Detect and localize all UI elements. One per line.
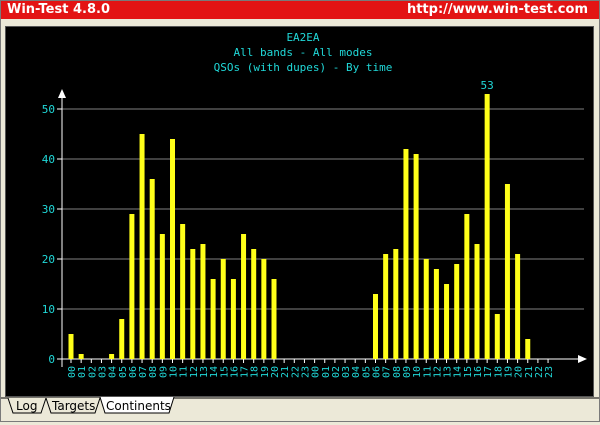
- bar: [271, 279, 277, 359]
- bar: [403, 149, 409, 359]
- bar: [373, 294, 378, 359]
- bar: [200, 244, 206, 359]
- chart-subtitle-2: QSOs (with dupes) - By time: [214, 61, 393, 74]
- tab-log-label: Log: [16, 399, 37, 413]
- bar: [251, 249, 257, 359]
- bar: [109, 354, 115, 359]
- chart-area: EA2EA All bands - All modes QSOs (with dup…: [5, 26, 594, 397]
- bar: [210, 279, 216, 359]
- bar: [474, 244, 480, 359]
- website-url[interactable]: http://www.win-test.com: [407, 2, 588, 17]
- bar: [190, 249, 196, 359]
- y-tick-label: 40: [42, 153, 55, 166]
- y-tick-label: 50: [42, 103, 55, 116]
- bar: [139, 134, 145, 359]
- y-axis-arrow: [58, 89, 66, 98]
- chart-subtitle: All bands - All modes: [233, 46, 372, 59]
- y-tick-label: 30: [42, 203, 55, 216]
- bar: [413, 154, 419, 359]
- bar: [68, 334, 74, 359]
- qso-rate-chart: EA2EA All bands - All modes QSOs (with dup…: [42, 31, 587, 378]
- x-tick-label: 23: [544, 366, 555, 378]
- bar: [494, 314, 500, 359]
- bar: [464, 214, 470, 359]
- bar: [149, 179, 155, 359]
- bar: [180, 224, 186, 359]
- bar: [393, 249, 399, 359]
- bar: [423, 259, 429, 359]
- bar: [261, 259, 267, 359]
- bar: [220, 259, 226, 359]
- peak-value-label: 53: [481, 79, 494, 92]
- bar: [241, 234, 247, 359]
- bar: [433, 269, 439, 359]
- bar: [484, 94, 490, 359]
- bar: [454, 264, 460, 359]
- bar: [383, 254, 389, 359]
- bar: [230, 279, 236, 359]
- tab-bar: Log Targets Continents: [1, 396, 599, 421]
- y-tick-label: 20: [42, 253, 55, 266]
- bar: [129, 214, 135, 359]
- bar: [119, 319, 125, 359]
- y-tick-label: 0: [48, 353, 55, 366]
- bar: [504, 184, 510, 359]
- chart-title: EA2EA: [286, 31, 319, 44]
- bar: [170, 139, 175, 359]
- tab-continents-label: Continents: [106, 399, 171, 413]
- window-title: Win-Test 4.8.0: [7, 2, 110, 17]
- app-window: Win-Test 4.8.0 http://www.win-test.com E…: [0, 0, 600, 422]
- x-axis-arrow: [578, 355, 587, 363]
- tab-log[interactable]: Log: [7, 397, 47, 414]
- y-tick-label: 10: [42, 303, 55, 316]
- bar: [515, 254, 521, 359]
- bar: [525, 339, 531, 359]
- tab-continents[interactable]: Continents: [99, 396, 175, 414]
- title-bar: Win-Test 4.8.0 http://www.win-test.com: [1, 1, 599, 19]
- bar: [78, 354, 84, 359]
- tab-targets[interactable]: Targets: [45, 397, 101, 414]
- bar: [159, 234, 165, 359]
- tab-targets-label: Targets: [51, 399, 95, 413]
- bar: [444, 284, 450, 359]
